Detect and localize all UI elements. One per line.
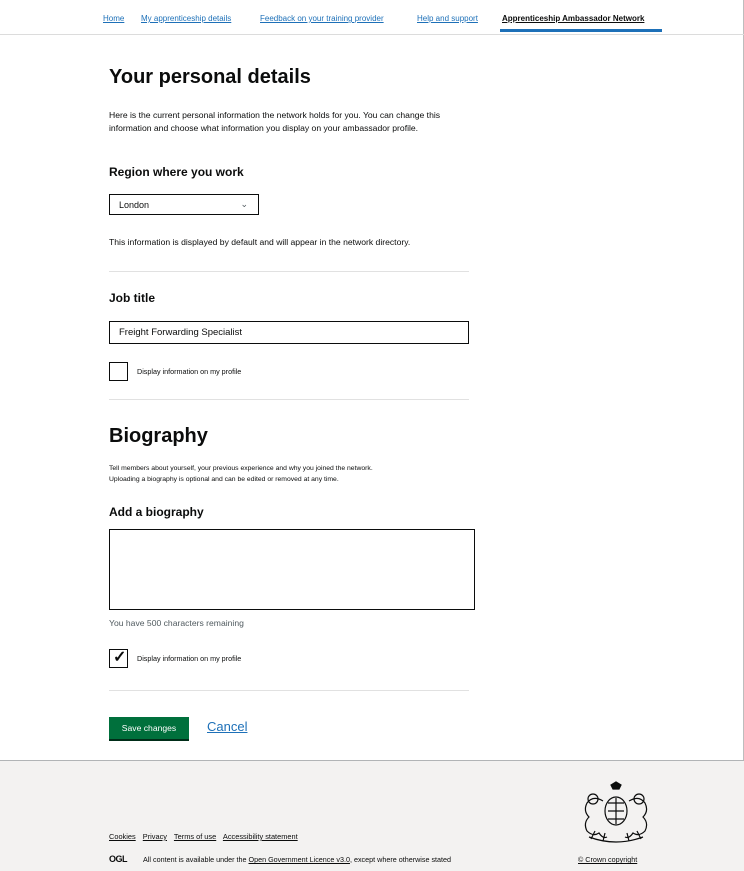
nav-link-feedback[interactable]: Feedback on your training provider — [260, 14, 384, 23]
biography-character-count: You have 500 characters remaining — [109, 618, 244, 628]
biography-display-checkbox[interactable]: ✓ — [109, 649, 128, 668]
section-divider — [109, 399, 469, 400]
biography-heading: Biography — [109, 425, 208, 447]
biography-display-label: Display information on my profile — [137, 654, 242, 663]
biography-textarea[interactable] — [109, 529, 475, 610]
ogl-logo: OGL — [109, 854, 128, 864]
job-title-input[interactable]: Freight Forwarding Specialist — [109, 321, 469, 344]
royal-coat-of-arms-icon — [584, 781, 648, 843]
job-title-label: Job title — [109, 291, 156, 305]
region-info: This information is displayed by default… — [109, 237, 411, 247]
job-title-display-label: Display information on my profile — [137, 367, 242, 376]
crown-copyright-link[interactable]: © Crown copyright — [578, 855, 637, 864]
section-divider — [109, 271, 469, 272]
save-changes-button[interactable]: Save changes — [109, 717, 189, 739]
biography-intro-line-2: Uploading a biography is optional and ca… — [109, 476, 339, 483]
footer-links: Cookies Privacy Terms of use Accessibili… — [109, 832, 303, 841]
chevron-down-icon: ⌄ — [240, 199, 248, 209]
region-select[interactable]: London ⌄ — [109, 194, 259, 215]
region-label: Region where you work — [109, 165, 244, 179]
nav-active-indicator — [500, 29, 662, 32]
footer-link-terms-of-use[interactable]: Terms of use — [174, 832, 216, 841]
job-title-display-checkbox[interactable] — [109, 362, 128, 381]
nav-link-help-and-support[interactable]: Help and support — [417, 14, 478, 23]
biography-intro-line-1: Tell members about yourself, your previo… — [109, 465, 373, 472]
nav-link-my-apprenticeship-details[interactable]: My apprenticeship details — [141, 14, 231, 23]
footer-link-accessibility-statement[interactable]: Accessibility statement — [223, 832, 298, 841]
licence-prefix: All content is available under the — [143, 855, 249, 864]
footer-link-cookies[interactable]: Cookies — [109, 832, 136, 841]
checkmark-icon: ✓ — [113, 649, 127, 666]
section-divider — [109, 690, 469, 691]
biography-label: Add a biography — [109, 505, 204, 519]
footer-link-privacy[interactable]: Privacy — [143, 832, 167, 841]
nav-link-ambassador-network[interactable]: Apprenticeship Ambassador Network — [502, 14, 644, 23]
licence-link[interactable]: Open Government Licence v3.0 — [248, 855, 349, 864]
nav-link-home[interactable]: Home — [103, 14, 124, 23]
job-title-value: Freight Forwarding Specialist — [119, 327, 243, 338]
footer: Cookies Privacy Terms of use Accessibili… — [0, 760, 744, 871]
top-navigation: Home My apprenticeship details Feedback … — [0, 0, 744, 35]
page-title: Your personal details — [109, 66, 311, 88]
region-select-value: London — [119, 200, 150, 210]
page-intro: Here is the current personal information… — [109, 110, 441, 133]
licence-text: All content is available under the Open … — [143, 855, 451, 864]
licence-suffix: , except where otherwise stated — [349, 855, 452, 864]
cancel-link[interactable]: Cancel — [207, 719, 247, 734]
